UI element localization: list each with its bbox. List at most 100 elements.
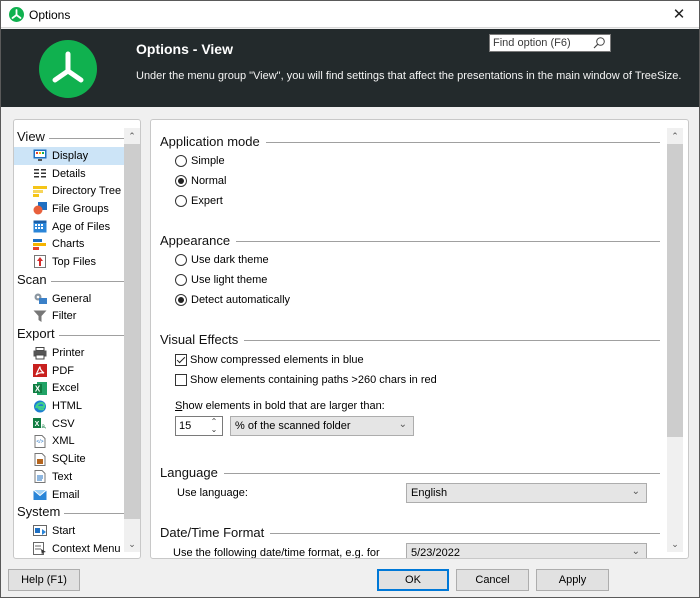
nav-item-label: Excel xyxy=(52,382,79,395)
checkbox-box[interactable] xyxy=(175,354,187,366)
apply-button[interactable]: Apply xyxy=(536,569,609,591)
radio-label: Detect automatically xyxy=(191,294,291,306)
label-text: how elements in bold that are larger tha… xyxy=(182,400,385,412)
nav-item-label: Context Menu xyxy=(52,542,121,555)
nav-item-start[interactable]: Start xyxy=(14,522,124,540)
nav-item-pdf[interactable]: PDF xyxy=(14,362,124,380)
nav-item-label: Age of Files xyxy=(52,220,111,233)
language-dropdown[interactable]: English ⌄ xyxy=(406,483,647,503)
chevron-down-icon: ⌄ xyxy=(631,486,640,497)
nav-scrollbar-thumb[interactable] xyxy=(124,144,140,519)
section-appearance: Appearance xyxy=(160,233,666,248)
charts-icon xyxy=(33,238,47,251)
ok-button[interactable]: OK xyxy=(377,569,449,591)
details-icon xyxy=(33,167,47,180)
content-scrollbar-thumb[interactable] xyxy=(667,144,683,437)
radio-button[interactable] xyxy=(175,175,187,187)
help-button[interactable]: Help (F1) xyxy=(8,569,80,591)
nav-item-age-of-files[interactable]: Age of Files xyxy=(14,218,124,236)
html-icon xyxy=(33,400,47,413)
datetime-format-dropdown[interactable]: 5/23/2022 ⌄ xyxy=(406,543,647,558)
nav-item-excel[interactable]: X Excel xyxy=(14,380,124,398)
radio-button[interactable] xyxy=(175,294,187,306)
radio-button[interactable] xyxy=(175,195,187,207)
nav-item-label: Printer xyxy=(52,347,85,360)
nav-item-label: Display xyxy=(52,149,89,162)
start-icon xyxy=(33,524,47,538)
find-option-search[interactable] xyxy=(489,34,611,52)
nav-item-label: Email xyxy=(52,488,80,501)
cancel-button[interactable]: Cancel xyxy=(456,569,529,591)
compressed-blue-checkbox[interactable]: Show compressed elements in blue xyxy=(175,354,364,366)
close-button[interactable]: ✕ xyxy=(659,1,699,28)
nav-item-label: File Groups xyxy=(52,202,109,215)
checkbox-box[interactable] xyxy=(175,374,187,386)
section-title: Application mode xyxy=(160,134,266,149)
page-description: Under the menu group "View", you will fi… xyxy=(136,70,682,82)
scroll-up-icon[interactable]: ⌃ xyxy=(667,128,683,144)
search-icon[interactable] xyxy=(592,36,606,50)
nav-group-export: Export xyxy=(14,325,124,344)
treesize-app-icon xyxy=(9,7,24,22)
nav-group-label: Export xyxy=(17,326,59,342)
nav-item-directory-tree[interactable]: Directory Tree xyxy=(14,182,124,200)
xml-icon: </> xyxy=(33,434,47,448)
radio-normal[interactable]: Normal xyxy=(175,175,226,187)
nav-item-email[interactable]: Email xyxy=(14,486,124,504)
nav-item-context-menu[interactable]: Context Menu xyxy=(14,540,124,558)
stepper-arrows[interactable]: ⌃ ⌄ xyxy=(209,418,219,434)
nav-scrollbar[interactable]: ⌃ ⌄ xyxy=(124,128,140,552)
radio-label: Simple xyxy=(191,155,225,167)
decrement-icon[interactable]: ⌄ xyxy=(209,426,219,434)
content-scrollbar[interactable]: ⌃ ⌄ xyxy=(667,128,683,552)
svg-text:a,: a, xyxy=(41,424,46,430)
radio-button[interactable] xyxy=(175,155,187,167)
nav-item-html[interactable]: HTML xyxy=(14,397,124,415)
nav-item-display[interactable]: Display xyxy=(14,147,124,165)
bold-unit-dropdown[interactable]: % of the scanned folder ⌄ xyxy=(230,416,414,436)
section-visual-effects: Visual Effects xyxy=(160,332,666,347)
radio-expert[interactable]: Expert xyxy=(175,195,223,207)
nav-group-system: System xyxy=(14,503,124,522)
nav-item-details[interactable]: Details xyxy=(14,165,124,183)
scroll-down-icon[interactable]: ⌄ xyxy=(124,536,140,552)
nav-item-charts[interactable]: Charts xyxy=(14,235,124,253)
scroll-down-icon[interactable]: ⌄ xyxy=(667,536,683,552)
nav-item-label: HTML xyxy=(52,400,82,413)
email-icon xyxy=(33,488,47,501)
nav-item-csv[interactable]: Xa, CSV xyxy=(14,415,124,433)
file-groups-icon xyxy=(33,202,47,215)
nav-item-general[interactable]: General xyxy=(14,290,124,308)
calendar-icon xyxy=(33,220,47,233)
nav-item-file-groups[interactable]: File Groups xyxy=(14,200,124,218)
section-title: Date/Time Format xyxy=(160,525,271,540)
chevron-down-icon: ⌄ xyxy=(631,546,640,557)
radio-button[interactable] xyxy=(175,274,187,286)
nav-item-sqlite[interactable]: SQLite xyxy=(14,450,124,468)
dropdown-value: English xyxy=(411,487,448,499)
radio-use-dark-theme[interactable]: Use dark theme xyxy=(175,254,269,266)
nav-item-printer[interactable]: Printer xyxy=(14,344,124,362)
nav-group-scan: Scan xyxy=(14,271,124,290)
radio-button[interactable] xyxy=(175,254,187,266)
long-paths-red-checkbox[interactable]: Show elements containing paths >260 char… xyxy=(175,374,437,386)
nav-group-view: View xyxy=(14,128,124,147)
scroll-up-icon[interactable]: ⌃ xyxy=(124,128,140,144)
radio-simple[interactable]: Simple xyxy=(175,155,225,167)
nav-item-label: Details xyxy=(52,167,86,180)
radio-use-light-theme[interactable]: Use light theme xyxy=(175,274,267,286)
nav-item-filter[interactable]: Filter xyxy=(14,308,124,326)
nav-item-top-files[interactable]: Top Files xyxy=(14,253,124,271)
options-content-panel: Application mode Simple Normal Expert Ap… xyxy=(150,119,689,559)
csv-icon: Xa, xyxy=(33,417,47,430)
find-option-input[interactable] xyxy=(493,36,591,50)
bold-threshold-stepper[interactable]: 15 ⌃ ⌄ xyxy=(175,416,223,436)
nav-item-text[interactable]: Text xyxy=(14,468,124,486)
nav-item-label: CSV xyxy=(52,417,75,430)
stepper-value[interactable]: 15 xyxy=(179,420,191,432)
sqlite-icon xyxy=(33,452,47,466)
excel-icon: X xyxy=(33,381,47,395)
radio-detect-automatically[interactable]: Detect automatically xyxy=(175,294,290,306)
radio-label: Expert xyxy=(191,195,223,207)
nav-item-xml[interactable]: </> XML xyxy=(14,433,124,451)
